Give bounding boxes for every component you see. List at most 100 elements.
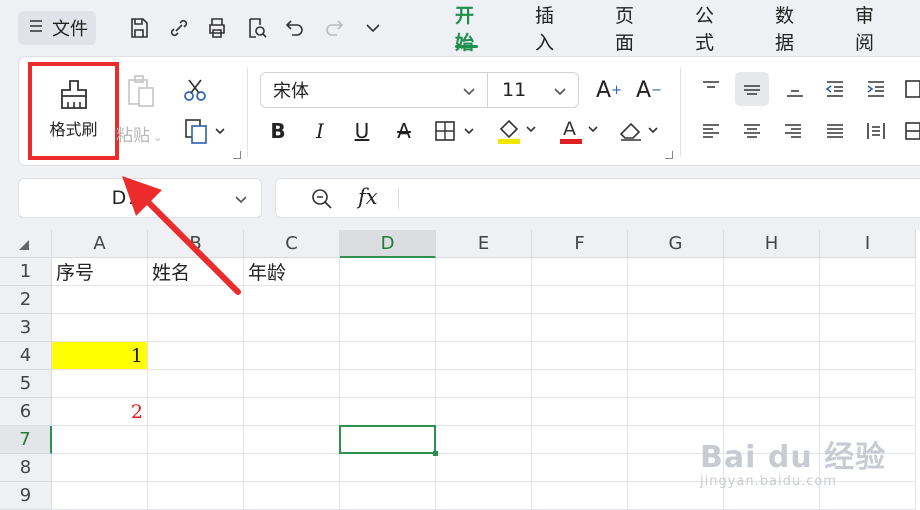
tab-home[interactable]: 开始 [440, 0, 493, 56]
tab-formula[interactable]: 公式 [680, 0, 733, 56]
font-dialog-launcher[interactable] [665, 151, 673, 159]
cell-a3[interactable] [52, 314, 148, 342]
column-header-c[interactable]: C [244, 230, 340, 258]
align-left-icon[interactable] [698, 116, 724, 146]
cell-d2[interactable] [340, 286, 436, 314]
cell-g5[interactable] [628, 370, 724, 398]
undo-icon[interactable] [279, 12, 311, 44]
cell-h2[interactable] [724, 286, 820, 314]
cell-f4[interactable] [532, 342, 628, 370]
column-header-d[interactable]: D [340, 230, 436, 258]
cell-e3[interactable] [436, 314, 532, 342]
cell-c3[interactable] [244, 314, 340, 342]
cell-e9[interactable] [436, 482, 532, 510]
cell-b6[interactable] [148, 398, 244, 426]
tab-page[interactable]: 页面 [600, 0, 653, 56]
decrease-indent-icon[interactable] [822, 74, 848, 104]
row-header-1[interactable]: 1 [0, 258, 52, 286]
cell-e7[interactable] [436, 426, 532, 454]
cell-f8[interactable] [532, 454, 628, 482]
increase-indent-icon[interactable] [863, 74, 889, 104]
cell-c5[interactable] [244, 370, 340, 398]
cell-g1[interactable] [628, 258, 724, 286]
cell-e2[interactable] [436, 286, 532, 314]
cell-d1[interactable] [340, 258, 436, 286]
cell-c4[interactable] [244, 342, 340, 370]
clipboard-dialog-launcher[interactable] [233, 151, 241, 159]
file-menu-button[interactable]: 文件 [18, 11, 96, 45]
column-header-b[interactable]: B [148, 230, 244, 258]
row-header-3[interactable]: 3 [0, 314, 52, 342]
tab-insert[interactable]: 插入 [520, 0, 573, 56]
clear-format-icon[interactable] [616, 115, 666, 147]
justify-icon[interactable] [822, 116, 848, 146]
formula-input[interactable] [410, 187, 920, 211]
row-header-6[interactable]: 6 [0, 398, 52, 426]
cell-f9[interactable] [532, 482, 628, 510]
tab-review[interactable]: 审阅 [840, 0, 893, 56]
cell-f7[interactable] [532, 426, 628, 454]
more-chevron-icon[interactable] [357, 12, 389, 44]
cell-c8[interactable] [244, 454, 340, 482]
font-color-icon[interactable]: A [556, 115, 606, 147]
column-header-i[interactable]: I [820, 230, 916, 258]
cell-b5[interactable] [148, 370, 244, 398]
column-header-a[interactable]: A [52, 230, 148, 258]
cell-i5[interactable] [820, 370, 916, 398]
italic-icon[interactable]: I [306, 115, 334, 147]
cell-i3[interactable] [820, 314, 916, 342]
cell-g3[interactable] [628, 314, 724, 342]
cell-e5[interactable] [436, 370, 532, 398]
cell-d9[interactable] [340, 482, 436, 510]
cell-e8[interactable] [436, 454, 532, 482]
link-icon[interactable] [163, 12, 195, 44]
name-box[interactable]: D7 [18, 178, 262, 218]
cell-f5[interactable] [532, 370, 628, 398]
cell-g2[interactable] [628, 286, 724, 314]
cell-d3[interactable] [340, 314, 436, 342]
column-header-f[interactable]: F [532, 230, 628, 258]
cell-h5[interactable] [724, 370, 820, 398]
copy-icon[interactable] [183, 116, 227, 146]
cell-h1[interactable] [724, 258, 820, 286]
cell-e4[interactable] [436, 342, 532, 370]
border-icon[interactable] [432, 115, 482, 147]
cell-e6[interactable] [436, 398, 532, 426]
align-center-icon[interactable] [739, 116, 765, 146]
cell-h3[interactable] [724, 314, 820, 342]
align-bottom-icon[interactable] [782, 74, 808, 104]
fill-color-icon[interactable] [494, 115, 544, 147]
cell-d8[interactable] [340, 454, 436, 482]
cell-c1[interactable]: 年龄 [244, 258, 340, 286]
row-header-9[interactable]: 9 [0, 482, 52, 510]
align-right-icon[interactable] [780, 116, 806, 146]
fx-icon[interactable]: fx [358, 185, 378, 209]
font-name-select[interactable]: 宋体 [260, 72, 488, 108]
cell-i4[interactable] [820, 342, 916, 370]
select-all-corner[interactable] [0, 230, 52, 258]
underline-icon[interactable]: U [348, 115, 376, 147]
cell-a2[interactable] [52, 286, 148, 314]
cell-h4[interactable] [724, 342, 820, 370]
strikethrough-icon[interactable]: A [390, 115, 418, 147]
wrap-text-icon[interactable] [902, 74, 920, 104]
bold-icon[interactable]: B [264, 115, 292, 147]
cell-a4[interactable]: 1 [52, 342, 148, 370]
row-header-2[interactable]: 2 [0, 286, 52, 314]
fill-handle[interactable] [433, 451, 438, 456]
cell-b8[interactable] [148, 454, 244, 482]
zoom-search-icon[interactable] [310, 187, 334, 215]
increase-font-icon[interactable]: A + [592, 74, 626, 106]
cell-i2[interactable] [820, 286, 916, 314]
cell-c2[interactable] [244, 286, 340, 314]
print-icon[interactable] [201, 12, 233, 44]
merge-cells-icon[interactable] [902, 116, 920, 146]
cell-a9[interactable] [52, 482, 148, 510]
cell-b2[interactable] [148, 286, 244, 314]
cell-b7[interactable] [148, 426, 244, 454]
cell-a1[interactable]: 序号 [52, 258, 148, 286]
cell-d4[interactable] [340, 342, 436, 370]
cell-h6[interactable] [724, 398, 820, 426]
row-header-7[interactable]: 7 [0, 426, 52, 454]
decrease-font-icon[interactable]: A − [632, 74, 666, 106]
